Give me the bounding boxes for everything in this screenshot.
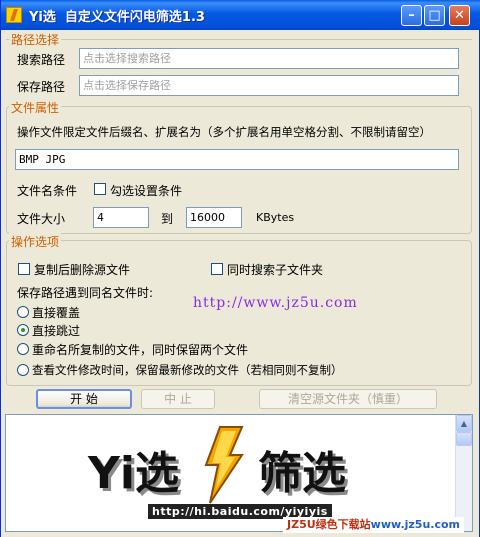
scroll-up-icon[interactable]: ▲ xyxy=(456,415,472,432)
site-watermark-name: JZ5U绿色下载站 xyxy=(287,518,371,531)
search-subfolders-checkbox[interactable] xyxy=(211,263,223,275)
stop-button[interactable]: 中 止 xyxy=(141,389,215,409)
site-watermark-url: www.jz5u.com xyxy=(370,518,460,531)
maximize-icon: □ xyxy=(428,8,441,23)
clear-source-button[interactable]: 清空源文件夹（慎重） xyxy=(259,389,437,409)
rename-label[interactable]: 重命名所复制的文件，同时保留两个文件 xyxy=(32,341,248,358)
condition-checkbox-label[interactable]: 勾选设置条件 xyxy=(110,182,182,199)
save-path-label: 保存路径 xyxy=(17,80,66,94)
delete-source-checkbox[interactable] xyxy=(18,263,30,275)
title-bar[interactable]: Yi选 自定义文件闪电筛选1.3 – □ ✕ xyxy=(1,0,480,30)
overwrite-label[interactable]: 直接覆盖 xyxy=(32,304,80,321)
rename-radio[interactable] xyxy=(17,343,29,355)
site-watermark: JZ5U绿色下载站www.jz5u.com xyxy=(283,517,464,533)
minimize-button[interactable]: – xyxy=(401,5,422,26)
delete-source-label[interactable]: 复制后删除源文件 xyxy=(34,261,130,278)
filename-condition-label: 文件名条件 xyxy=(17,184,78,198)
close-button[interactable]: ✕ xyxy=(449,5,470,26)
scroll-thumb[interactable] xyxy=(456,432,472,446)
start-button[interactable]: 开 始 xyxy=(36,389,132,409)
size-to-label: 到 xyxy=(161,212,174,226)
skip-label[interactable]: 直接跳过 xyxy=(32,322,80,339)
overwrite-radio[interactable] xyxy=(17,306,29,318)
conflict-label: 保存路径遇到同名文件时: xyxy=(17,286,154,300)
url-watermark-text: http://www.jz5u.com xyxy=(193,295,358,311)
app-lightning-icon xyxy=(6,7,22,23)
window-title: Yi选 自定义文件闪电筛选1.3 xyxy=(29,10,205,25)
ops-group-title: 操作选项 xyxy=(9,233,62,250)
banner-panel: Yi选 筛选 http://hi.baidu.com/yiyiyis ▲ xyxy=(5,414,473,532)
logo-text-left: Yi选 xyxy=(88,448,179,499)
main-window: Yi选 自定义文件闪电筛选1.3 – □ ✕ 路径选择 搜索路径 点击选择搜索路… xyxy=(0,0,480,537)
path-group-divider xyxy=(6,39,472,40)
lightning-bolt-icon xyxy=(204,426,244,504)
maximize-button[interactable]: □ xyxy=(424,5,445,26)
extensions-input[interactable]: BMP JPG xyxy=(15,149,459,170)
minimize-icon: – xyxy=(408,8,415,23)
keep-newest-label[interactable]: 查看文件修改时间，保留最新修改的文件（若相同则不复制） xyxy=(32,362,343,378)
banner-scrollbar[interactable]: ▲ xyxy=(455,415,472,531)
condition-checkbox[interactable] xyxy=(94,183,106,195)
keep-newest-radio[interactable] xyxy=(17,364,29,376)
size-unit-label: KBytes xyxy=(256,211,295,224)
search-path-label: 搜索路径 xyxy=(17,53,66,67)
extension-instruction: 操作文件限定文件后缀名、扩展名为（多个扩展名用单空格分割、不限制请留空） xyxy=(17,125,431,139)
path-group-title: 路径选择 xyxy=(9,31,62,48)
search-path-input[interactable]: 点击选择搜索路径 xyxy=(79,48,459,69)
size-min-input[interactable]: 4 xyxy=(93,207,149,228)
search-subfolders-label[interactable]: 同时搜索子文件夹 xyxy=(227,261,323,278)
size-max-input[interactable]: 16000 xyxy=(186,207,242,228)
skip-radio[interactable] xyxy=(17,324,29,336)
file-attr-group-title: 文件属性 xyxy=(9,99,62,116)
logo-text-right: 筛选 xyxy=(258,448,346,499)
save-path-input[interactable]: 点击选择保存路径 xyxy=(79,75,459,96)
file-size-label: 文件大小 xyxy=(17,212,66,226)
close-icon: ✕ xyxy=(454,8,465,23)
